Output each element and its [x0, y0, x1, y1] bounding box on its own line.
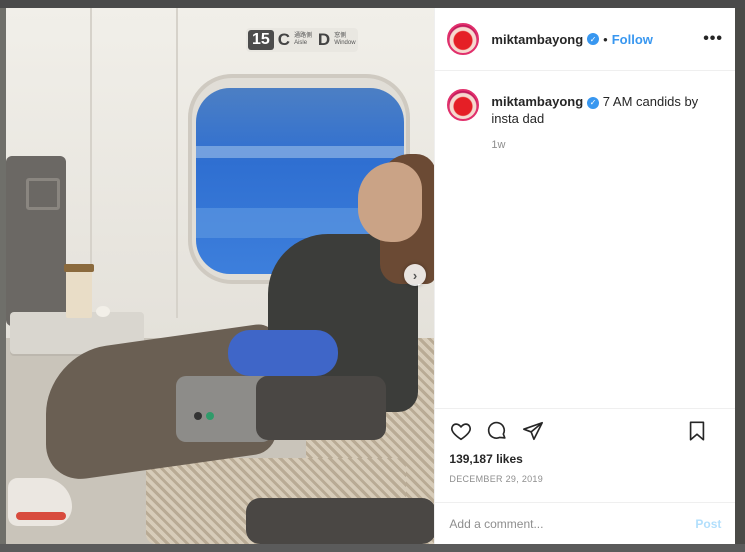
shoe: [8, 478, 72, 526]
wall-seam: [176, 8, 178, 318]
blue-pillow: [228, 330, 338, 376]
caption-username[interactable]: miktambayong: [491, 94, 583, 109]
post-photo: 15 C 通路側 Aisle D 窓側 Window ›: [6, 8, 435, 544]
front-armrest: [246, 498, 435, 544]
post-info-panel: miktambayong ✓ • Follow ••• miktambayong…: [434, 8, 736, 544]
coffee-cup: [64, 264, 94, 318]
seat-number-sign: 15 C 通路側 Aisle D 窓側 Window: [246, 28, 358, 52]
seat-letter-c: C: [277, 30, 291, 49]
egg: [96, 306, 110, 317]
chevron-right-icon[interactable]: ›: [404, 264, 426, 286]
armrest: [256, 376, 386, 440]
follow-button[interactable]: Follow: [612, 32, 653, 47]
post-modal: 15 C 通路側 Aisle D 窓側 Window › miktambayon…: [6, 8, 736, 544]
likes-count[interactable]: 139,187 likes: [449, 452, 522, 466]
comment-icon[interactable]: [485, 419, 509, 443]
backdrop-top: [0, 0, 745, 8]
caption-time[interactable]: 1w: [491, 137, 723, 154]
seat-row-number: 15: [248, 30, 274, 50]
post-button[interactable]: Post: [695, 517, 721, 531]
verified-badge-icon: ✓: [587, 96, 600, 109]
separator-dot: •: [603, 31, 608, 47]
person-head: [358, 162, 422, 242]
post-date: DECEMBER 29, 2019: [449, 474, 544, 484]
seat-letter-d: D: [317, 30, 331, 49]
caption-block: miktambayong ✓ 7 AM candids by insta dad …: [435, 71, 735, 407]
front-seat: [6, 156, 66, 326]
verified-badge-icon: ✓: [587, 33, 600, 45]
seat-c-text: 通路側 Aisle: [294, 33, 313, 46]
share-icon[interactable]: [521, 419, 545, 443]
bookmark-icon[interactable]: [685, 419, 709, 443]
caption: miktambayong ✓ 7 AM candids by insta dad …: [491, 87, 723, 407]
backdrop-right: [735, 8, 745, 544]
username-link[interactable]: miktambayong: [491, 32, 583, 47]
avatar[interactable]: [447, 89, 480, 121]
seat-d-text: 窓側 Window: [334, 33, 356, 46]
post-header: miktambayong ✓ • Follow •••: [435, 8, 735, 71]
backdrop-bottom: [0, 544, 745, 552]
comment-input[interactable]: [449, 516, 696, 531]
avatar[interactable]: [447, 23, 480, 55]
more-options-icon[interactable]: •••: [703, 30, 723, 48]
heart-icon[interactable]: [449, 419, 473, 443]
add-comment-bar: Post: [435, 502, 736, 544]
action-bar: [435, 408, 736, 452]
